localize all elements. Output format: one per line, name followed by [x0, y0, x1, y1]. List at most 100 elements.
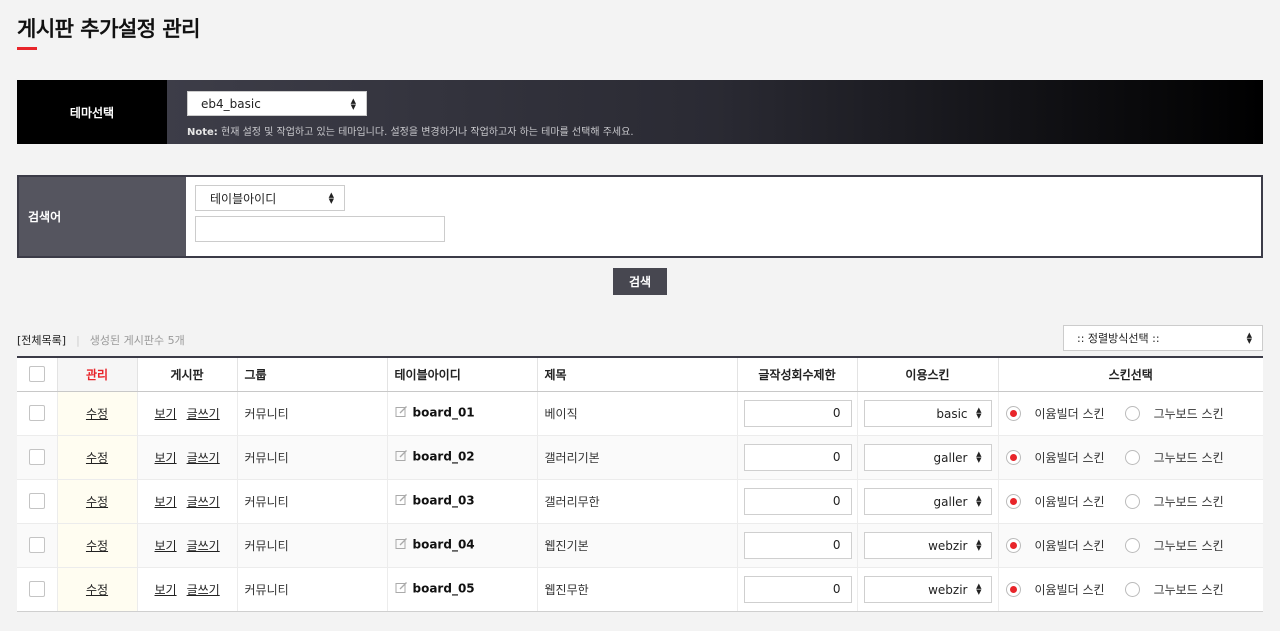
limit-cell [737, 523, 858, 568]
skin-select-value: basic [936, 406, 968, 421]
updown-arrow-icon: ▲ ▼ [976, 406, 982, 420]
gnuboard-skin-radio[interactable] [1124, 537, 1140, 553]
gnuboard-skin-radio[interactable] [1124, 405, 1140, 421]
view-link[interactable]: 보기 [155, 451, 177, 465]
edit-link[interactable]: 수정 [86, 495, 108, 509]
table-id[interactable]: board_05 [413, 582, 475, 596]
gnuboard-skin-radio[interactable] [1124, 581, 1140, 597]
sort-select[interactable]: :: 정렬방식선택 :: ▲ ▼ [1063, 325, 1263, 351]
gnuboard-skin-label: 그누보드 스킨 [1153, 450, 1224, 465]
edit-link[interactable]: 수정 [86, 539, 108, 553]
theme-panel: 테마선택 eb4_basic ▲ ▼ Note: 현재 설정 및 작업하고 있는 … [17, 80, 1263, 144]
skin-select[interactable]: galler ▲ ▼ [863, 443, 992, 471]
view-link[interactable]: 보기 [155, 407, 177, 421]
gnuboard-skin-label: 그누보드 스킨 [1153, 538, 1224, 553]
note-prefix: Note: [187, 127, 218, 138]
table-id[interactable]: board_01 [413, 406, 475, 420]
edit-icon[interactable] [395, 493, 408, 509]
table-row: 수정 보기 글쓰기 커뮤니티 board_02 갤러리기본 galler ▲▼ 이윰… [17, 435, 1263, 480]
board-links-cell: 보기 글쓰기 [137, 567, 238, 612]
view-link[interactable]: 보기 [155, 583, 177, 597]
write-link[interactable]: 글쓰기 [187, 451, 220, 465]
edit-link[interactable]: 수정 [86, 583, 108, 597]
write-limit-input[interactable] [743, 399, 852, 427]
row-checkbox[interactable] [28, 405, 45, 421]
skin-select[interactable]: webzir ▲ ▼ [863, 531, 992, 559]
skin-cell: galler ▲ ▼ [857, 479, 999, 524]
table-row: 수정 보기 글쓰기 커뮤니티 board_04 웹진기본 webzir ▲▼ 이윰빌… [17, 523, 1263, 568]
table-id-cell: board_02 [387, 435, 538, 480]
theme-select-value: eb4_basic [201, 96, 261, 111]
search-button[interactable]: 검색 [613, 268, 667, 295]
builder-skin-radio[interactable] [1005, 449, 1021, 465]
builder-skin-label: 이윰빌더 스킨 [1034, 582, 1105, 597]
write-limit-input[interactable] [743, 443, 852, 471]
write-link[interactable]: 글쓰기 [187, 407, 220, 421]
write-link[interactable]: 글쓰기 [187, 495, 220, 509]
builder-skin-radio[interactable] [1005, 537, 1021, 553]
write-limit-input[interactable] [743, 575, 852, 603]
skin-choice-cell: 이윰빌더 스킨 그누보드 스킨 [998, 435, 1263, 480]
edit-icon[interactable] [395, 537, 408, 553]
row-checkbox[interactable] [28, 493, 45, 509]
skin-choice-cell: 이윰빌더 스킨 그누보드 스킨 [998, 479, 1263, 524]
write-limit-input[interactable] [743, 487, 852, 515]
view-link[interactable]: 보기 [155, 495, 177, 509]
row-checkbox[interactable] [28, 581, 45, 597]
search-input[interactable] [195, 216, 445, 242]
builder-skin-label: 이윰빌더 스킨 [1034, 538, 1105, 553]
write-link[interactable]: 글쓰기 [187, 583, 220, 597]
table-id-cell: board_01 [387, 391, 538, 436]
gnuboard-skin-label: 그누보드 스킨 [1153, 406, 1224, 421]
builder-skin-radio[interactable] [1005, 405, 1021, 421]
theme-select[interactable]: eb4_basic ▲ ▼ [187, 91, 367, 116]
write-limit-input[interactable] [743, 531, 852, 559]
skin-select-value: webzir [928, 582, 968, 597]
title-cell: 웹진무한 [537, 567, 738, 612]
table-id[interactable]: board_04 [413, 538, 475, 552]
edit-icon[interactable] [395, 581, 408, 597]
builder-skin-radio[interactable] [1005, 581, 1021, 597]
edit-icon[interactable] [395, 449, 408, 465]
gnuboard-skin-radio[interactable] [1124, 493, 1140, 509]
table-id[interactable]: board_03 [413, 494, 475, 508]
skin-select[interactable]: galler ▲ ▼ [863, 487, 992, 515]
edit-link[interactable]: 수정 [86, 451, 108, 465]
header-board: 게시판 [137, 356, 238, 392]
select-all-checkbox[interactable] [28, 366, 45, 383]
limit-cell [737, 479, 858, 524]
view-link[interactable]: 보기 [155, 539, 177, 553]
skin-choice-cell: 이윰빌더 스킨 그누보드 스킨 [998, 567, 1263, 612]
gnuboard-skin-radio[interactable] [1124, 449, 1140, 465]
row-select-cell [17, 479, 58, 524]
write-link[interactable]: 글쓰기 [187, 539, 220, 553]
manage-cell: 수정 [57, 479, 138, 524]
table-id[interactable]: board_02 [413, 450, 475, 464]
search-field-select[interactable]: 테이블아이디 ▲ ▼ [195, 185, 345, 211]
skin-select[interactable]: webzir ▲ ▼ [863, 575, 992, 603]
edit-link[interactable]: 수정 [86, 407, 108, 421]
header-manage: 관리 [57, 356, 138, 392]
updown-arrow-icon: ▲ ▼ [976, 582, 982, 596]
updown-arrow-icon: ▲ ▼ [976, 450, 982, 464]
list-total-label: [전체목록] [17, 334, 67, 347]
manage-cell: 수정 [57, 523, 138, 568]
skin-cell: webzir ▲ ▼ [857, 523, 999, 568]
list-separator: | [76, 333, 80, 347]
updown-arrow-icon: ▲ ▼ [976, 494, 982, 508]
table-id-cell: board_03 [387, 479, 538, 524]
search-controls: 테이블아이디 ▲ ▼ [186, 177, 1261, 256]
builder-skin-radio[interactable] [1005, 493, 1021, 509]
limit-cell [737, 435, 858, 480]
list-info: [전체목록] | 생성된 게시판수 5개 [17, 332, 185, 348]
sort-select-value: :: 정렬방식선택 :: [1077, 332, 1160, 345]
edit-icon[interactable] [395, 405, 408, 421]
skin-cell: basic ▲ ▼ [857, 391, 999, 436]
header-group: 그룹 [237, 356, 388, 392]
row-checkbox[interactable] [28, 449, 45, 465]
row-checkbox[interactable] [28, 537, 45, 553]
updown-arrow-icon: ▲ ▼ [328, 191, 334, 205]
skin-select[interactable]: basic ▲ ▼ [863, 399, 992, 427]
title-underline [17, 47, 37, 50]
table-id-cell: board_05 [387, 567, 538, 612]
